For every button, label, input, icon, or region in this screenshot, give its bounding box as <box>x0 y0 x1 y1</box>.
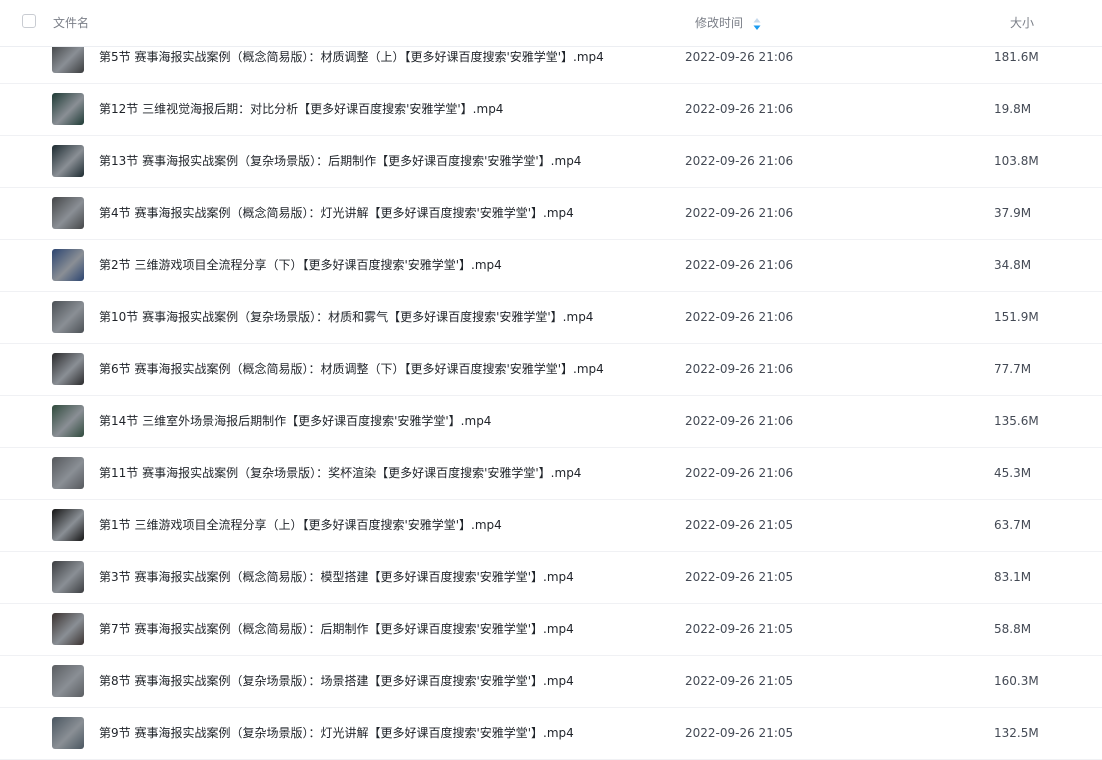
file-size: 58.8M <box>994 622 1032 636</box>
file-row[interactable]: 第1节 三维游戏项目全流程分享（上）【更多好课百度搜索'安雅学堂'】.mp4 20… <box>0 500 1102 552</box>
file-modified-time: 2022-09-26 21:06 <box>685 362 794 376</box>
select-all-checkbox[interactable] <box>22 14 36 28</box>
file-row[interactable]: 第4节 赛事海报实战案例（概念简易版）：灯光讲解【更多好课百度搜索'安雅学堂'】… <box>0 188 1102 240</box>
file-row[interactable]: 第13节 赛事海报实战案例（复杂场景版）：后期制作【更多好课百度搜索'安雅学堂'… <box>0 136 1102 188</box>
file-name[interactable]: 第6节 赛事海报实战案例（概念简易版）：材质调整（下）【更多好课百度搜索'安雅学… <box>99 361 604 377</box>
file-name[interactable]: 第7节 赛事海报实战案例（概念简易版）：后期制作【更多好课百度搜索'安雅学堂'】… <box>99 621 574 637</box>
video-thumbnail-icon <box>52 93 84 125</box>
file-size: 181.6M <box>994 50 1039 64</box>
thumbnail-image <box>52 561 84 593</box>
file-row[interactable]: 第8节 赛事海报实战案例（复杂场景版）：场景搭建【更多好课百度搜索'安雅学堂'】… <box>0 656 1102 708</box>
file-size: 151.9M <box>994 310 1039 324</box>
thumbnail-image <box>52 665 84 697</box>
file-size: 103.8M <box>994 154 1039 168</box>
video-thumbnail-icon <box>52 301 84 333</box>
file-modified-time: 2022-09-26 21:05 <box>685 726 794 740</box>
file-name[interactable]: 第2节 三维游戏项目全流程分享（下）【更多好课百度搜索'安雅学堂'】.mp4 <box>99 257 502 273</box>
file-row[interactable]: 第14节 三维室外场景海报后期制作【更多好课百度搜索'安雅学堂'】.mp4 202… <box>0 396 1102 448</box>
video-thumbnail-icon <box>52 249 84 281</box>
file-name[interactable]: 第3节 赛事海报实战案例（概念简易版）：模型搭建【更多好课百度搜索'安雅学堂'】… <box>99 569 574 585</box>
file-size: 77.7M <box>994 362 1032 376</box>
file-row[interactable]: 第3节 赛事海报实战案例（概念简易版）：模型搭建【更多好课百度搜索'安雅学堂'】… <box>0 552 1102 604</box>
thumbnail-image <box>52 353 84 385</box>
file-modified-time: 2022-09-26 21:06 <box>685 50 794 64</box>
file-list: 第5节 赛事海报实战案例（概念简易版）：材质调整（上）【更多好课百度搜索'安雅学… <box>0 32 1102 760</box>
video-thumbnail-icon <box>52 197 84 229</box>
video-thumbnail-icon <box>52 717 84 749</box>
thumbnail-image <box>52 249 84 281</box>
file-size: 37.9M <box>994 206 1032 220</box>
file-size: 19.8M <box>994 102 1032 116</box>
file-name[interactable]: 第11节 赛事海报实战案例（复杂场景版）：奖杯渲染【更多好课百度搜索'安雅学堂'… <box>99 465 581 481</box>
video-thumbnail-icon <box>52 509 84 541</box>
file-name[interactable]: 第1节 三维游戏项目全流程分享（上）【更多好课百度搜索'安雅学堂'】.mp4 <box>99 517 502 533</box>
column-header-size[interactable]: 大小 <box>1010 15 1034 31</box>
file-modified-time: 2022-09-26 21:06 <box>685 258 794 272</box>
file-modified-time: 2022-09-26 21:05 <box>685 518 794 532</box>
thumbnail-image <box>52 717 84 749</box>
file-modified-time: 2022-09-26 21:06 <box>685 206 794 220</box>
file-size: 160.3M <box>994 674 1039 688</box>
file-name[interactable]: 第5节 赛事海报实战案例（概念简易版）：材质调整（上）【更多好课百度搜索'安雅学… <box>99 49 604 65</box>
file-modified-time: 2022-09-26 21:06 <box>685 466 794 480</box>
video-thumbnail-icon <box>52 613 84 645</box>
file-name[interactable]: 第10节 赛事海报实战案例（复杂场景版）：材质和雾气【更多好课百度搜索'安雅学堂… <box>99 309 593 325</box>
file-name[interactable]: 第8节 赛事海报实战案例（复杂场景版）：场景搭建【更多好课百度搜索'安雅学堂'】… <box>99 673 574 689</box>
file-list-header: 文件名 修改时间 大小 <box>0 0 1102 47</box>
file-row[interactable]: 第11节 赛事海报实战案例（复杂场景版）：奖杯渲染【更多好课百度搜索'安雅学堂'… <box>0 448 1102 500</box>
file-modified-time: 2022-09-26 21:06 <box>685 414 794 428</box>
file-name[interactable]: 第14节 三维室外场景海报后期制作【更多好课百度搜索'安雅学堂'】.mp4 <box>99 413 491 429</box>
thumbnail-image <box>52 301 84 333</box>
thumbnail-image <box>52 457 84 489</box>
file-row[interactable]: 第2节 三维游戏项目全流程分享（下）【更多好课百度搜索'安雅学堂'】.mp4 20… <box>0 240 1102 292</box>
file-row[interactable]: 第7节 赛事海报实战案例（概念简易版）：后期制作【更多好课百度搜索'安雅学堂'】… <box>0 604 1102 656</box>
file-name[interactable]: 第4节 赛事海报实战案例（概念简易版）：灯光讲解【更多好课百度搜索'安雅学堂'】… <box>99 205 574 221</box>
file-row[interactable]: 第12节 三维视觉海报后期：对比分析【更多好课百度搜索'安雅学堂'】.mp4 20… <box>0 84 1102 136</box>
column-header-time[interactable]: 修改时间 <box>695 15 743 31</box>
thumbnail-image <box>52 93 84 125</box>
video-thumbnail-icon <box>52 145 84 177</box>
thumbnail-image <box>52 509 84 541</box>
file-name[interactable]: 第13节 赛事海报实战案例（复杂场景版）：后期制作【更多好课百度搜索'安雅学堂'… <box>99 153 581 169</box>
file-modified-time: 2022-09-26 21:06 <box>685 154 794 168</box>
file-size: 63.7M <box>994 518 1032 532</box>
file-row[interactable]: 第10节 赛事海报实战案例（复杂场景版）：材质和雾气【更多好课百度搜索'安雅学堂… <box>0 292 1102 344</box>
file-size: 45.3M <box>994 466 1032 480</box>
thumbnail-image <box>52 405 84 437</box>
file-row[interactable]: 第9节 赛事海报实战案例（复杂场景版）：灯光讲解【更多好课百度搜索'安雅学堂'】… <box>0 708 1102 760</box>
file-size: 135.6M <box>994 414 1039 428</box>
file-size: 132.5M <box>994 726 1039 740</box>
video-thumbnail-icon <box>52 457 84 489</box>
column-header-name[interactable]: 文件名 <box>53 15 89 31</box>
file-modified-time: 2022-09-26 21:05 <box>685 570 794 584</box>
file-modified-time: 2022-09-26 21:05 <box>685 622 794 636</box>
thumbnail-image <box>52 145 84 177</box>
file-size: 83.1M <box>994 570 1032 584</box>
sort-down-icon[interactable] <box>752 16 762 30</box>
video-thumbnail-icon <box>52 561 84 593</box>
file-row[interactable]: 第6节 赛事海报实战案例（概念简易版）：材质调整（下）【更多好课百度搜索'安雅学… <box>0 344 1102 396</box>
thumbnail-image <box>52 613 84 645</box>
file-modified-time: 2022-09-26 21:06 <box>685 310 794 324</box>
file-name[interactable]: 第9节 赛事海报实战案例（复杂场景版）：灯光讲解【更多好课百度搜索'安雅学堂'】… <box>99 725 574 741</box>
file-name[interactable]: 第12节 三维视觉海报后期：对比分析【更多好课百度搜索'安雅学堂'】.mp4 <box>99 101 503 117</box>
video-thumbnail-icon <box>52 665 84 697</box>
file-size: 34.8M <box>994 258 1032 272</box>
video-thumbnail-icon <box>52 405 84 437</box>
file-modified-time: 2022-09-26 21:05 <box>685 674 794 688</box>
thumbnail-image <box>52 197 84 229</box>
file-modified-time: 2022-09-26 21:06 <box>685 102 794 116</box>
video-thumbnail-icon <box>52 353 84 385</box>
